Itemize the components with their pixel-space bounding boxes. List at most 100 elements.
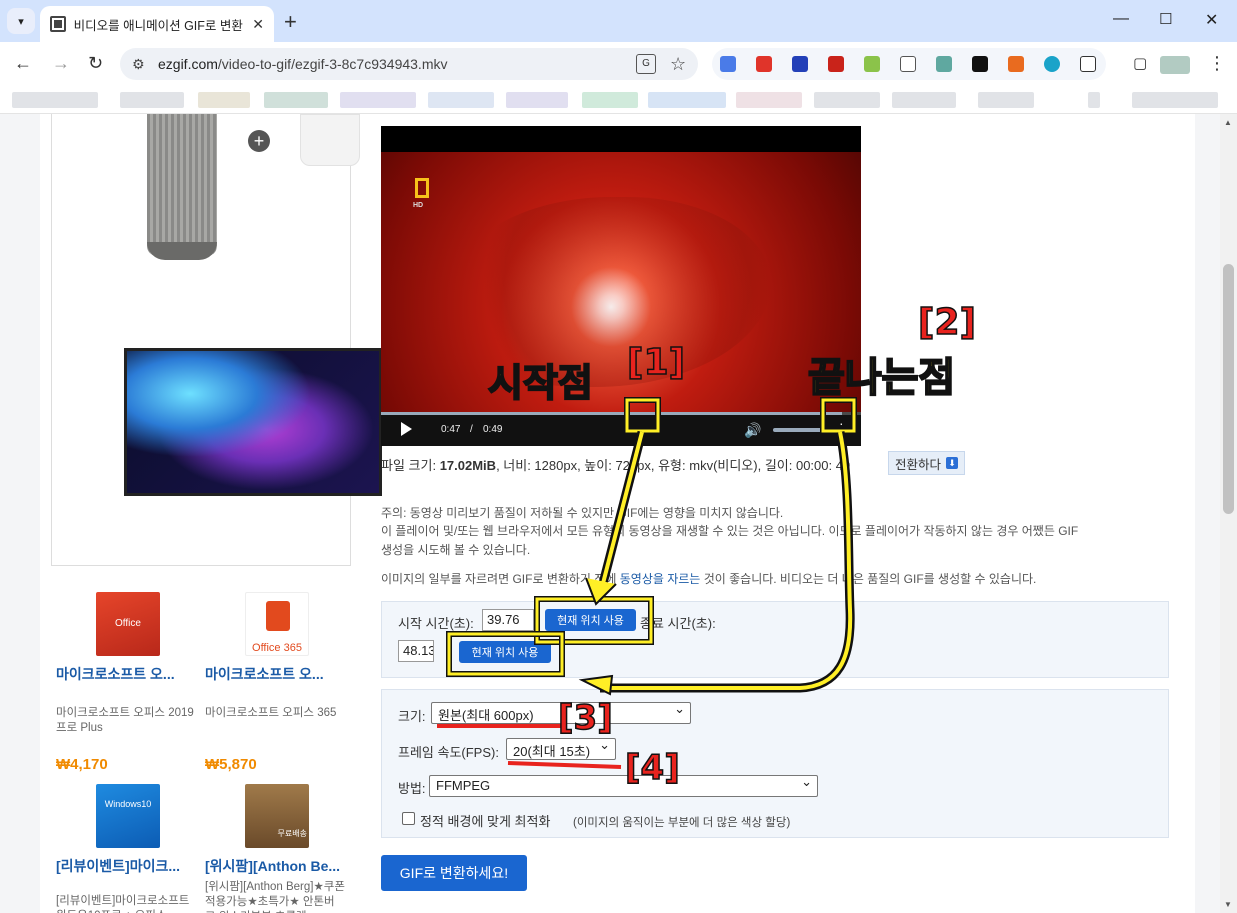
volume-icon[interactable]: 🔊 (744, 422, 761, 439)
hd-badge: HD (413, 202, 424, 209)
url-path: /video-to-gif/ezgif-3-8c7c934943.mkv (217, 56, 448, 72)
start-time-label: 시작 시간(초): (398, 616, 474, 631)
bookmark-item[interactable] (264, 92, 328, 108)
product-name[interactable]: 마이크로소프트 오... (56, 664, 196, 684)
extensions-bar (712, 48, 1106, 80)
download-extension-icon[interactable] (792, 56, 808, 72)
method-select[interactable]: FFMPEG (429, 774, 818, 797)
forward-icon[interactable]: → (52, 53, 70, 74)
bookmark-item[interactable] (1132, 92, 1218, 108)
extension-icon[interactable] (864, 56, 880, 72)
extensions-puzzle-icon[interactable] (1080, 56, 1096, 72)
bookmark-item[interactable] (978, 92, 1034, 108)
product-name[interactable]: 마이크로소프트 오... (205, 664, 345, 684)
product-name[interactable]: [리뷰이벤트]마이크... (56, 856, 196, 876)
product-card[interactable]: Office 마이크로소프트 오... 마이크로소프트 오피스 2019 프로 … (56, 592, 196, 773)
product-image (300, 114, 360, 166)
translate-extension-icon[interactable] (720, 56, 736, 72)
minimize-icon[interactable]: — (1113, 10, 1129, 28)
tab-search-button[interactable]: ▾ (7, 8, 35, 34)
convert-to-gif-button[interactable]: GIF로 변환하세요! (381, 855, 527, 891)
film-favicon-icon (50, 16, 66, 32)
bookmark-item[interactable] (12, 92, 98, 108)
fps-select[interactable]: 20(최대 15초) (506, 737, 616, 760)
video-progress-fill (381, 412, 842, 415)
more-options-icon[interactable]: · · · (839, 416, 844, 440)
extension-icon[interactable] (1008, 56, 1024, 72)
step-1-marker: [1] (626, 341, 685, 384)
bookmark-item[interactable] (648, 92, 726, 108)
scroll-down-icon[interactable]: ▼ (1224, 900, 1232, 909)
plus-icon: + (248, 130, 270, 152)
crop-note: 이미지의 일부를 자르려면 GIF로 변환하기 전에 동영상을 자르는 것이 좋… (381, 572, 1037, 586)
bookmark-item[interactable] (1088, 92, 1100, 108)
bookmark-extension-icon[interactable] (900, 56, 916, 72)
translate-icon[interactable]: G (636, 54, 656, 74)
product-description: 마이크로소프트 오피스 365 (205, 707, 337, 719)
product-card[interactable]: Windows10 [리뷰이벤트]마이크... [리뷰이벤트]마이크로소프트 윈… (56, 784, 196, 913)
video-progress-bar[interactable] (381, 412, 861, 415)
start-time-input[interactable]: 39.76 (482, 609, 534, 631)
end-use-current-position-button[interactable]: 현재 위치 사용 (459, 641, 551, 663)
pdf-extension-icon[interactable] (828, 56, 844, 72)
profile-avatar[interactable] (1160, 56, 1190, 74)
bookmark-item[interactable] (506, 92, 568, 108)
office-product-image: Office (96, 592, 160, 656)
bookmark-item[interactable] (582, 92, 638, 108)
start-use-current-position-button[interactable]: 현재 위치 사용 (545, 609, 636, 631)
extension-icon[interactable] (936, 56, 952, 72)
address-bar[interactable]: ⚙ ezgif.com/video-to-gif/ezgif-3-8c7c934… (120, 48, 698, 80)
bookmark-item[interactable] (892, 92, 956, 108)
volume-slider[interactable] (773, 428, 825, 432)
bookmark-item[interactable] (340, 92, 416, 108)
bookmark-item[interactable] (814, 92, 880, 108)
crop-video-link[interactable]: 동영상을 자르는 (620, 572, 701, 586)
close-window-icon[interactable]: ✕ (1205, 10, 1218, 30)
step-2-marker: [2] (917, 301, 976, 344)
product-name[interactable]: [위시팜][Anthon Be... (205, 856, 345, 876)
scrollbar-thumb[interactable] (1223, 264, 1234, 514)
extension-icon[interactable] (756, 56, 772, 72)
side-panel-icon[interactable]: ▢ (1133, 54, 1147, 72)
tab-bar: ▾ 비디오를 애니메이션 GIF로 변환 ✕ + — ☐ ✕ (0, 0, 1237, 42)
product-price: ₩5,870 (205, 756, 257, 773)
download-icon: ⬇ (946, 457, 959, 469)
step-4-marker: [4] (624, 747, 680, 789)
extension-icon[interactable] (1044, 56, 1060, 72)
close-tab-icon[interactable]: ✕ (252, 16, 264, 33)
end-time-input[interactable]: 48.13 (398, 640, 434, 662)
switch-button[interactable]: 전환하다 ⬇ (888, 451, 966, 475)
size-label: 크기: (398, 709, 426, 724)
back-icon[interactable]: ← (14, 53, 32, 74)
maximize-icon[interactable]: ☐ (1159, 10, 1172, 28)
end-point-annotation: 끝나는점 (807, 354, 956, 402)
optimize-label: 정적 배경에 맞게 최적화 (420, 814, 551, 829)
product-card[interactable]: 무료배송 [위시팜][Anthon Be... [위시팜][Anthon Ber… (205, 784, 345, 913)
menu-icon[interactable]: ⋮ (1208, 53, 1226, 74)
bookmark-star-icon[interactable]: ☆ (670, 54, 686, 75)
tv-image (124, 348, 382, 496)
ad-banner[interactable]: + (51, 114, 382, 566)
product-card[interactable]: Office 365 마이크로소프트 오... 마이크로소프트 오피스 365 … (205, 592, 345, 773)
file-info: 파일 크기: 17.02MiB, 너비: 1280px, 높이: 720px, … (381, 455, 850, 474)
active-tab[interactable]: 비디오를 애니메이션 GIF로 변환 ✕ (40, 6, 274, 42)
reload-icon[interactable]: ↻ (88, 53, 103, 74)
bookmark-item[interactable] (198, 92, 250, 108)
scrollbar[interactable]: ▲ ▼ (1220, 114, 1237, 913)
optimize-checkbox[interactable] (402, 812, 415, 825)
play-icon[interactable] (401, 422, 412, 436)
video-player[interactable]: HD 0:47 / 0:49 🔊 · · · (381, 126, 861, 446)
bookmark-item[interactable] (428, 92, 494, 108)
extension-icon[interactable] (972, 56, 988, 72)
office-product-image: Office 365 (252, 642, 302, 654)
site-info-icon[interactable]: ⚙ (132, 56, 145, 73)
air-purifier-image (147, 114, 217, 256)
natgeo-logo-icon (415, 178, 429, 198)
end-time-label: 종료 시간(초): (640, 616, 716, 631)
url-domain: ezgif.com (158, 56, 218, 72)
bookmark-item[interactable] (736, 92, 802, 108)
bookmark-item[interactable] (120, 92, 184, 108)
new-tab-button[interactable]: + (284, 9, 297, 35)
scroll-up-icon[interactable]: ▲ (1224, 118, 1232, 127)
product-description: [위시팜][Anthon Berg]★쿠폰적용가능★초특가★ 안톤버그 위스키봉… (205, 881, 345, 913)
